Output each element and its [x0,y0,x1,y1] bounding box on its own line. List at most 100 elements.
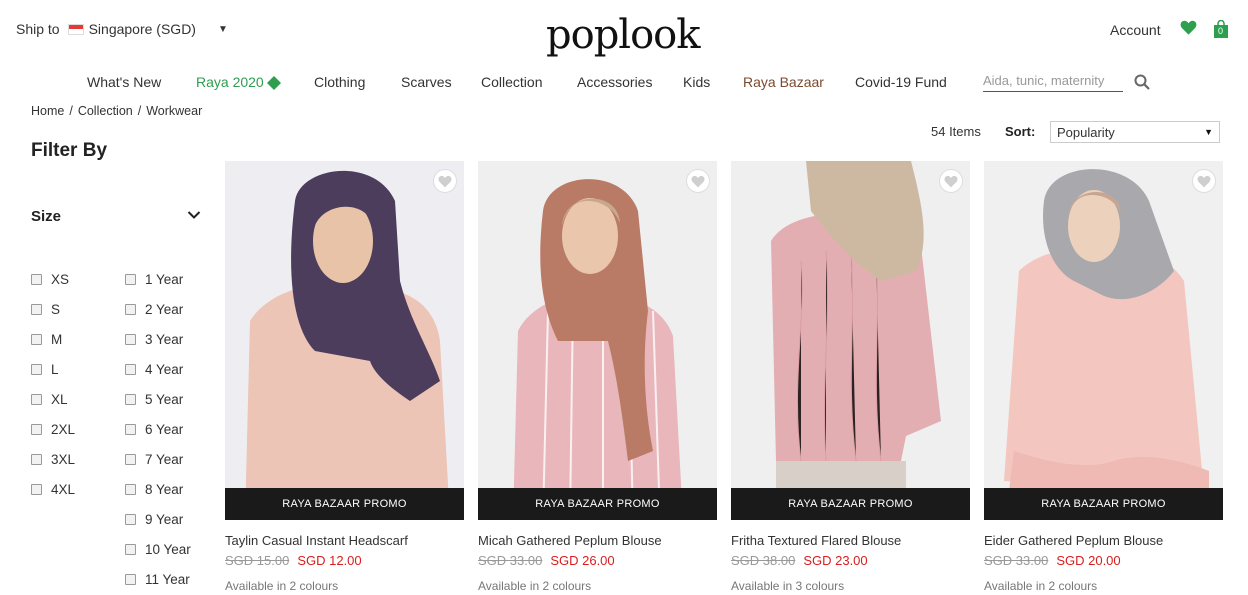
size-filter-heading[interactable]: Size [31,208,61,225]
checkbox[interactable] [31,334,42,345]
size-option-label: 10 Year [145,542,191,557]
size-option-xl[interactable]: XL [31,392,68,407]
size-option-1-year[interactable]: 1 Year [125,272,183,287]
nav-raya-2020-label: Raya 2020 [196,74,264,90]
sort-select[interactable]: Popularity ▼ [1050,121,1220,143]
size-option-label: 2XL [51,422,76,437]
checkbox[interactable] [31,274,42,285]
size-option-6-year[interactable]: 6 Year [125,422,183,437]
size-option-l[interactable]: L [31,362,59,377]
breadcrumb-collection[interactable]: Collection [78,104,133,118]
checkbox[interactable] [125,274,136,285]
size-option-4xl[interactable]: 4XL [31,482,75,497]
size-option-xs[interactable]: XS [31,272,69,287]
ship-to-label: Ship to [16,21,60,37]
size-option-4-year[interactable]: 4 Year [125,362,183,377]
product-card[interactable]: RAYA BAZAAR PROMO Fritha Textured Flared… [731,161,970,593]
size-option-11-year[interactable]: 11 Year [125,572,190,587]
nav-accessories[interactable]: Accessories [577,74,652,90]
product-image[interactable]: RAYA BAZAAR PROMO [984,161,1223,520]
checkbox[interactable] [31,304,42,315]
nav-covid-19-fund[interactable]: Covid-19 Fund [855,74,947,90]
checkbox[interactable] [125,334,136,345]
size-option-s[interactable]: S [31,302,60,317]
checkbox[interactable] [125,304,136,315]
ship-to-selector[interactable]: Ship to Singapore (SGD) ▼ [16,21,228,37]
original-price: SGD 33.00 [984,553,1049,568]
product-availability: Available in 2 colours [225,579,339,593]
size-option-9-year[interactable]: 9 Year [125,512,183,527]
breadcrumb-separator: / [69,104,73,118]
singapore-flag-icon [67,23,84,35]
checkbox[interactable] [125,454,136,465]
nav-raya-bazaar[interactable]: Raya Bazaar [743,74,824,90]
promo-badge: RAYA BAZAAR PROMO [984,488,1223,520]
size-option-label: L [51,362,59,377]
size-option-7-year[interactable]: 7 Year [125,452,183,467]
checkbox[interactable] [125,544,136,555]
wishlist-heart-icon[interactable] [686,169,710,193]
sort-label: Sort: [1005,124,1036,139]
site-logo[interactable]: poplook [546,12,700,58]
product-image[interactable]: RAYA BAZAAR PROMO [225,161,464,520]
nav-scarves[interactable]: Scarves [401,74,452,90]
product-name[interactable]: Eider Gathered Peplum Blouse [984,533,1163,548]
size-option-5-year[interactable]: 5 Year [125,392,183,407]
breadcrumb-home[interactable]: Home [31,104,64,118]
filter-title: Filter By [31,140,108,161]
nav-whats-new[interactable]: What's New [87,74,161,90]
size-option-label: XL [51,392,68,407]
heart-icon[interactable] [1180,19,1197,36]
size-option-label: 4XL [51,482,76,497]
chevron-down-icon[interactable]: ▼ [218,24,228,35]
size-option-m[interactable]: M [31,332,62,347]
product-card[interactable]: RAYA BAZAAR PROMO Taylin Casual Instant … [225,161,464,593]
original-price: SGD 15.00 [225,553,290,568]
size-option-3xl[interactable]: 3XL [31,452,75,467]
product-card[interactable]: RAYA BAZAAR PROMO Micah Gathered Peplum … [478,161,717,593]
search-icon[interactable] [1134,74,1150,90]
wishlist-heart-icon[interactable] [939,169,963,193]
nav-raya-2020[interactable]: Raya 2020 [196,74,282,91]
checkbox[interactable] [31,394,42,405]
wishlist-heart-icon[interactable] [1192,169,1216,193]
original-price: SGD 33.00 [478,553,543,568]
size-option-2-year[interactable]: 2 Year [125,302,183,317]
product-price: SGD 38.00 SGD 23.00 [731,553,868,568]
checkbox[interactable] [31,484,42,495]
product-availability: Available in 2 colours [984,579,1098,593]
product-image[interactable]: RAYA BAZAAR PROMO [478,161,717,520]
size-option-3-year[interactable]: 3 Year [125,332,183,347]
original-price: SGD 38.00 [731,553,796,568]
account-link[interactable]: Account [1110,22,1161,38]
top-bar: Ship to Singapore (SGD) ▼ poplook Accoun… [0,0,1248,60]
wishlist-heart-icon[interactable] [433,169,457,193]
size-option-8-year[interactable]: 8 Year [125,482,183,497]
size-option-label: 6 Year [145,422,184,437]
product-card[interactable]: RAYA BAZAAR PROMO Eider Gathered Peplum … [984,161,1223,593]
checkbox[interactable] [125,574,136,585]
checkbox[interactable] [125,514,136,525]
checkbox[interactable] [31,364,42,375]
model-photo [225,161,464,520]
search-input[interactable] [983,70,1123,92]
product-name[interactable]: Taylin Casual Instant Headscarf [225,533,408,548]
checkbox[interactable] [31,424,42,435]
product-name[interactable]: Micah Gathered Peplum Blouse [478,533,662,548]
product-price: SGD 33.00 SGD 26.00 [478,553,615,568]
checkbox[interactable] [125,394,136,405]
nav-clothing[interactable]: Clothing [314,74,365,90]
checkbox[interactable] [125,424,136,435]
chevron-down-icon[interactable] [187,210,201,220]
product-name[interactable]: Fritha Textured Flared Blouse [731,533,901,548]
product-image[interactable]: RAYA BAZAAR PROMO [731,161,970,520]
nav-kids[interactable]: Kids [683,74,710,90]
checkbox[interactable] [31,454,42,465]
size-option-2xl[interactable]: 2XL [31,422,75,437]
nav-collection[interactable]: Collection [481,74,542,90]
checkbox[interactable] [125,484,136,495]
size-option-label: 2 Year [145,302,184,317]
checkbox[interactable] [125,364,136,375]
size-option-10-year[interactable]: 10 Year [125,542,191,557]
promo-badge: RAYA BAZAAR PROMO [225,488,464,520]
